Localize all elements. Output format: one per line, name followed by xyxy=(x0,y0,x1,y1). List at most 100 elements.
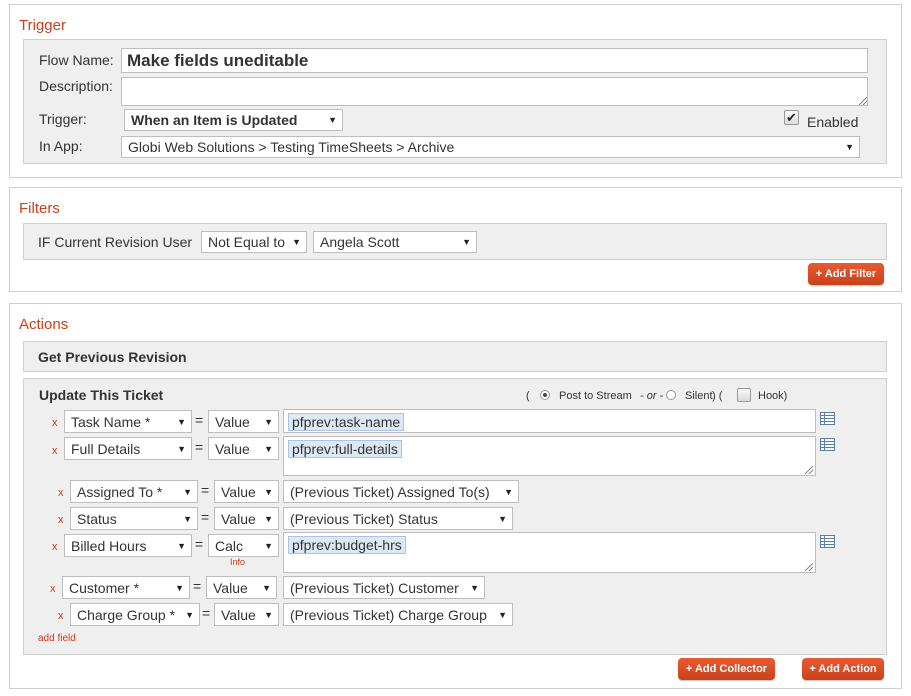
caret-down-icon: ▼ xyxy=(498,513,507,524)
resize-handle-icon[interactable] xyxy=(805,563,813,571)
field-select-assigned-to[interactable]: Assigned To * ▼ xyxy=(70,480,198,503)
data-grid-icon[interactable] xyxy=(820,438,835,451)
remove-field-icon[interactable]: x xyxy=(52,417,58,429)
mode-select-assigned-to[interactable]: Value ▼ xyxy=(214,480,279,503)
trigger-form: Flow Name: Make fields uneditable Descri… xyxy=(23,39,887,164)
field-select-value: Assigned To * xyxy=(77,483,163,500)
paren-open: ( xyxy=(526,390,530,402)
field-select-task-name[interactable]: Task Name * ▼ xyxy=(64,410,192,433)
field-select-customer[interactable]: Customer * ▼ xyxy=(62,576,190,599)
caret-down-icon: ▼ xyxy=(504,486,513,497)
hook-label: Hook) xyxy=(758,390,788,402)
hook-checkbox[interactable] xyxy=(737,388,751,402)
flow-name-label: Flow Name: xyxy=(39,52,114,68)
field-select-value: Customer * xyxy=(69,579,140,596)
value-select-charge-group[interactable]: (Previous Ticket) Charge Group ▼ xyxy=(283,603,513,626)
field-select-charge-group[interactable]: Charge Group * ▼ xyxy=(70,603,200,626)
value-select-value: (Previous Ticket) Status xyxy=(290,510,438,527)
value-select-value: (Previous Ticket) Customer xyxy=(290,579,459,596)
add-field-link[interactable]: add field xyxy=(38,633,76,644)
mode-select-value: Value xyxy=(221,483,256,500)
field-select-status[interactable]: Status ▼ xyxy=(70,507,198,530)
update-ticket-box: Update This Ticket ( Post to Stream - or… xyxy=(23,378,887,655)
enabled-label: Enabled xyxy=(807,114,859,130)
caret-down-icon: ▼ xyxy=(264,609,273,620)
mode-select-value: Value xyxy=(215,413,250,430)
caret-down-icon: ▼ xyxy=(262,582,271,593)
caret-down-icon: ▼ xyxy=(470,582,479,593)
remove-field-icon[interactable]: x xyxy=(58,514,64,526)
field-select-value: Billed Hours xyxy=(71,537,147,554)
actions-panel: Actions Get Previous Revision Update Thi… xyxy=(9,303,902,689)
caret-down-icon: ▼ xyxy=(292,237,301,247)
data-grid-icon[interactable] xyxy=(820,535,835,548)
field-select-billed-hours[interactable]: Billed Hours ▼ xyxy=(64,534,192,557)
resize-handle-icon[interactable] xyxy=(805,466,813,474)
value-input-task-name[interactable]: pfprev:task-name xyxy=(283,409,816,433)
field-select-value: Task Name * xyxy=(71,413,151,430)
trigger-select[interactable]: When an Item is Updated ▼ xyxy=(124,109,343,131)
update-ticket-title: Update This Ticket xyxy=(39,387,164,403)
caret-down-icon: ▼ xyxy=(185,609,194,620)
description-input[interactable] xyxy=(121,77,868,106)
field-select-full-details[interactable]: Full Details ▼ xyxy=(64,437,192,460)
mode-select-billed-hours[interactable]: Calc ▼ xyxy=(208,534,279,557)
value-select-customer[interactable]: (Previous Ticket) Customer ▼ xyxy=(283,576,485,599)
caret-down-icon: ▼ xyxy=(328,115,337,125)
mode-select-status[interactable]: Value ▼ xyxy=(214,507,279,530)
in-app-label: In App: xyxy=(39,138,83,154)
or-text: - or - xyxy=(640,390,664,402)
mode-select-charge-group[interactable]: Value ▼ xyxy=(214,603,279,626)
in-app-select[interactable]: Globi Web Solutions > Testing TimeSheets… xyxy=(121,136,860,158)
equals-sign: = xyxy=(201,509,210,525)
equals-sign: = xyxy=(195,412,204,428)
mode-select-full-details[interactable]: Value ▼ xyxy=(208,437,279,460)
field-select-value: Charge Group * xyxy=(77,606,176,623)
equals-sign: = xyxy=(195,439,204,455)
filter-operator-select[interactable]: Not Equal to ▼ xyxy=(201,231,307,253)
flow-name-input[interactable]: Make fields uneditable xyxy=(121,48,868,73)
mode-select-value: Value xyxy=(221,606,256,623)
mode-select-customer[interactable]: Value ▼ xyxy=(206,576,277,599)
post-to-stream-radio[interactable] xyxy=(540,390,550,400)
value-select-status[interactable]: (Previous Ticket) Status ▼ xyxy=(283,507,513,530)
mode-select-value: Value xyxy=(213,579,248,596)
filter-user-select[interactable]: Angela Scott ▼ xyxy=(313,231,477,253)
description-label: Description: xyxy=(39,78,113,94)
get-previous-revision-label: Get Previous Revision xyxy=(38,349,187,365)
remove-field-icon[interactable]: x xyxy=(58,610,64,622)
add-action-button[interactable]: + Add Action xyxy=(802,658,884,680)
post-to-stream-label: Post to Stream xyxy=(559,390,632,402)
value-select-value: (Previous Ticket) Assigned To(s) xyxy=(290,483,490,500)
mode-select-task-name[interactable]: Value ▼ xyxy=(208,410,279,433)
remove-field-icon[interactable]: x xyxy=(52,541,58,553)
filter-row: IF Current Revision User Not Equal to ▼ … xyxy=(23,223,887,260)
get-previous-revision-box: Get Previous Revision xyxy=(23,341,887,372)
caret-down-icon: ▼ xyxy=(264,513,273,524)
silent-label: Silent xyxy=(685,390,713,402)
trigger-title: Trigger xyxy=(19,17,66,34)
remove-field-icon[interactable]: x xyxy=(52,445,58,457)
value-select-assigned-to[interactable]: (Previous Ticket) Assigned To(s) ▼ xyxy=(283,480,519,503)
enabled-checkbox[interactable]: ✔ xyxy=(784,110,799,125)
value-select-value: (Previous Ticket) Charge Group xyxy=(290,606,487,623)
mode-select-value: Value xyxy=(215,440,250,457)
add-filter-button[interactable]: + Add Filter xyxy=(808,263,884,285)
calc-info-link[interactable]: Info xyxy=(230,557,245,567)
caret-down-icon: ▼ xyxy=(183,513,192,524)
field-select-value: Full Details xyxy=(71,440,141,457)
add-collector-button[interactable]: + Add Collector xyxy=(678,658,775,680)
description-resize-icon[interactable] xyxy=(859,97,867,105)
value-input-full-details[interactable]: pfprev:full-details xyxy=(283,436,816,476)
remove-field-icon[interactable]: x xyxy=(50,583,56,595)
value-input-billed-hours[interactable]: pfprev:budget-hrs xyxy=(283,532,816,573)
silent-radio[interactable] xyxy=(666,390,676,400)
filter-operator-value: Not Equal to xyxy=(208,234,286,250)
filter-user-value: Angela Scott xyxy=(320,234,400,250)
trigger-panel: Trigger Flow Name: Make fields uneditabl… xyxy=(9,4,902,178)
token-tag: pfprev:task-name xyxy=(288,413,405,431)
field-select-value: Status xyxy=(77,510,117,527)
data-grid-icon[interactable] xyxy=(820,412,835,425)
remove-field-icon[interactable]: x xyxy=(58,487,64,499)
caret-down-icon: ▼ xyxy=(177,416,186,427)
